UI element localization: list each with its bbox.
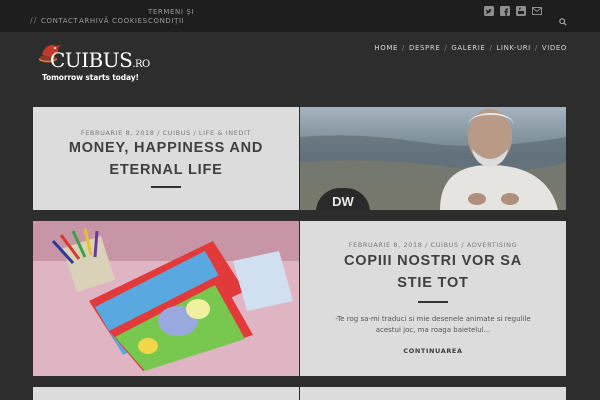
post-title[interactable]: MONEY, HAPPINESS AND ETERNAL LIFE [33, 137, 299, 181]
nav-divider: / [402, 44, 405, 52]
topbar-separator: // [30, 16, 38, 25]
logo-name: CUIBUS [50, 48, 133, 72]
post-meta: Februarie 8, 2018 / Cuibus / Life & Ined… [80, 129, 252, 137]
youtube-icon[interactable] [516, 6, 526, 16]
post-meta: Februarie 8, 2018 / Cuibus / Advertising [348, 241, 518, 249]
site-logo[interactable]: CUIBUS.RO Tomorrow starts today! [36, 40, 156, 86]
post-title-line[interactable]: MONEY, HAPPINESS AND [33, 137, 299, 159]
dw-logo-text: DW [332, 194, 354, 209]
nav-divider: / [489, 44, 493, 52]
topbar-link-cookies[interactable]: Cookies [112, 17, 148, 25]
post-title-line[interactable]: COPIII NOSTRI VOR SA [300, 250, 566, 272]
nav-galerie[interactable]: Galerie [451, 44, 485, 52]
topbar-link-termeni[interactable]: Termeni și [148, 8, 194, 16]
nav-link-uri[interactable]: Link-uri [496, 44, 530, 52]
nav-home[interactable]: Home [374, 44, 398, 52]
nav-despre[interactable]: Despre [409, 44, 440, 52]
hippo-books-image[interactable] [33, 221, 299, 376]
nav-divider: / [534, 44, 538, 52]
logo-tagline: Tomorrow starts today! [42, 73, 139, 82]
logo-suffix: .RO [132, 59, 150, 70]
topbar-link-contact[interactable]: Contact [41, 17, 78, 25]
main-nav: Home / Despre / Galerie / Link-uri / Video [374, 44, 567, 52]
nav-video[interactable]: Video [542, 44, 567, 52]
post-image-video[interactable]: DW [300, 107, 566, 210]
top-bar: // Contact Arhivă Cookies Termeni și Con… [0, 0, 600, 32]
read-more-link[interactable]: Continuarea [300, 347, 566, 355]
post-card-copiii[interactable]: Februarie 8, 2018 / Cuibus / Advertising… [300, 221, 566, 376]
topbar-link-arhiva[interactable]: Arhivă [79, 17, 109, 25]
post-card-next-right[interactable] [300, 387, 566, 400]
twitter-icon[interactable] [484, 6, 494, 16]
post-title-line[interactable]: STIE TOT [300, 272, 566, 294]
post-title-line[interactable]: ETERNAL LIFE [33, 159, 299, 181]
search-icon[interactable] [559, 11, 569, 26]
post-card-money[interactable]: Februarie 8, 2018 / Cuibus / Life & Ined… [33, 107, 299, 210]
title-divider [151, 186, 181, 188]
email-icon[interactable] [532, 6, 542, 16]
post-image-books[interactable] [33, 221, 299, 376]
post-card-next-left[interactable] [33, 387, 299, 400]
nav-divider: / [444, 44, 448, 52]
logo-wordmark: CUIBUS.RO [50, 48, 150, 72]
title-divider [418, 301, 448, 303]
post-excerpt: -Te rog sa-mi traduci si mie desenele an… [335, 315, 531, 334]
topbar-link-conditii[interactable]: Condiții [148, 17, 184, 25]
facebook-icon[interactable] [500, 6, 510, 16]
post-title[interactable]: COPIII NOSTRI VOR SA STIE TOT [300, 250, 566, 294]
